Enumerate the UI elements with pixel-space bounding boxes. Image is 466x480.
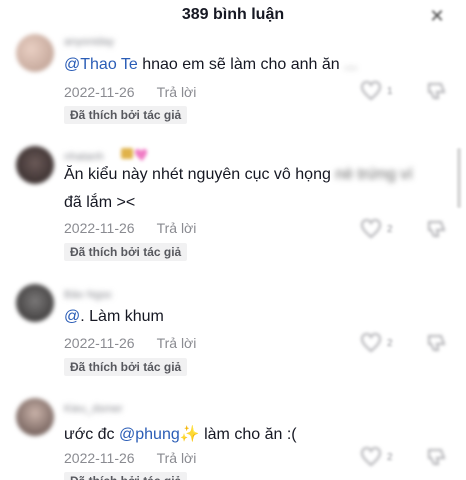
comment-text-line2: đã lắm >< [64,194,136,211]
mention-link[interactable]: @ [64,308,80,325]
comment-text: Ăn kiểu này nhét nguyên cục vô họng nè t… [64,166,413,183]
heart-badge-icon [121,148,147,161]
liked-by-author-tag: Đã thích bởi tác giả [64,106,188,124]
comment-count-title: 389 bình luận [181,6,285,23]
comment-meta: 2022-11-26 Trả lời [64,84,196,100]
avatar[interactable] [16,146,54,184]
sparkles-icon: ✨ [179,426,200,443]
comment-text: @Thao Te hnao em sẽ làm cho anh ăn ... [64,56,358,73]
like-count: 2 [387,338,393,349]
comment-username[interactable]: Kieu_dsmer [64,403,123,417]
heart-outline-icon[interactable] [360,446,390,468]
like-count: 1 [387,86,393,97]
heart-outline-icon[interactable] [360,218,390,240]
comment-text: @. Làm khum [64,308,164,325]
dislike-icon[interactable] [425,218,447,240]
reply-button[interactable]: Trả lời [157,450,197,466]
liked-by-author-tag: Đã thích bởi tác giả [64,472,188,480]
liked-by-author-tag: Đã thích bởi tác giả [64,243,188,261]
scrollbar[interactable] [457,148,461,208]
reply-button[interactable]: Trả lời [157,84,197,100]
comment-text: ước đc @phung✨ làm cho ăn :( [64,426,297,443]
mention-link[interactable]: @phung [119,426,180,443]
avatar[interactable] [16,284,54,322]
comment-meta: 2022-11-26 Trả lời [64,220,196,236]
comment-date: 2022-11-26 [64,450,135,466]
liked-by-author-tag: Đã thích bởi tác giả [64,358,188,376]
comment-date: 2022-11-26 [64,84,135,100]
reply-button[interactable]: Trả lời [157,220,197,236]
avatar[interactable] [16,398,54,436]
heart-outline-icon[interactable] [360,332,390,354]
like-count: 2 [387,452,393,463]
dislike-icon[interactable] [425,332,447,354]
comment-meta: 2022-11-26 Trả lời [64,335,196,351]
close-icon[interactable]: ✕ [426,6,448,26]
comment-date: 2022-11-26 [64,220,135,236]
heart-outline-icon[interactable] [360,80,390,102]
mention-link[interactable]: @Thao Te [64,56,138,73]
reply-button[interactable]: Trả lời [157,335,197,351]
dislike-icon[interactable] [425,80,447,102]
like-count: 2 [387,224,393,235]
dislike-icon[interactable] [425,446,447,468]
comments-header: 389 bình luận ✕ [0,0,466,30]
comment-date: 2022-11-26 [64,335,135,351]
comment-username[interactable]: Bảo Ngọc [64,289,112,303]
comment-meta: 2022-11-26 Trả lời [64,450,196,466]
avatar[interactable] [16,34,54,72]
comment-username[interactable]: anyoniday [64,36,114,50]
